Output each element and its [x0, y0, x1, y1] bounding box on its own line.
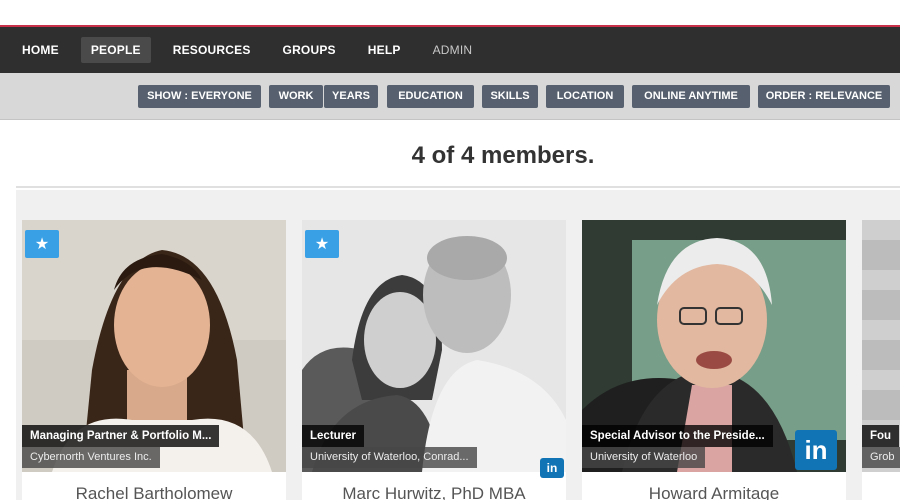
show-filter-button[interactable]: SHOW : EVERYONE: [138, 85, 261, 108]
nav-help[interactable]: HELP: [358, 37, 411, 63]
education-filter-button[interactable]: EDUCATION: [387, 85, 474, 108]
member-card[interactable]: Special Advisor to the Preside... Univer…: [582, 220, 846, 500]
member-name[interactable]: Rachel Bartholomew: [22, 484, 286, 500]
member-role: Managing Partner & Portfolio M...: [22, 425, 220, 447]
order-filter-button[interactable]: ORDER : RELEVANCE: [758, 85, 890, 108]
nav-home[interactable]: HOME: [12, 37, 69, 63]
member-organization: Grob: [862, 447, 900, 468]
online-filter-button[interactable]: ONLINE ANYTIME: [632, 85, 750, 108]
main-nav: HOME PEOPLE RESOURCES GROUPS HELP ADMIN: [0, 27, 900, 73]
nav-resources[interactable]: RESOURCES: [163, 37, 261, 63]
member-role: Special Advisor to the Preside...: [582, 425, 773, 447]
members-count: 4 of 4 members.: [411, 142, 595, 169]
member-name[interactable]: Marc Hurwitz, PhD MBA: [302, 484, 566, 500]
nav-people[interactable]: PEOPLE: [80, 37, 151, 63]
linkedin-icon[interactable]: in: [795, 430, 837, 470]
nav-groups[interactable]: GROUPS: [273, 37, 346, 63]
filter-bar: SHOW : EVERYONE WORK YEARS EDUCATION SKI…: [0, 73, 900, 120]
favorite-star-button[interactable]: ★: [25, 230, 59, 258]
years-filter-button[interactable]: YEARS: [324, 85, 378, 108]
location-filter-button[interactable]: LOCATION: [546, 85, 624, 108]
member-name[interactable]: Howard Armitage: [582, 484, 846, 500]
members-count-panel: 4 of 4 members.: [16, 120, 900, 188]
star-icon: ★: [314, 236, 330, 253]
nav-admin[interactable]: ADMIN: [423, 37, 483, 63]
member-organization: University of Waterloo, Conrad...: [302, 447, 477, 468]
member-card[interactable]: ★ Managing Partner & Portfolio M... Cybe…: [22, 220, 286, 500]
linkedin-icon[interactable]: in: [540, 458, 564, 478]
member-role: Lecturer: [302, 425, 365, 447]
work-filter-button[interactable]: WORK: [269, 85, 323, 108]
member-organization: University of Waterloo: [582, 447, 706, 468]
member-organization: Cybernorth Ventures Inc.: [22, 447, 160, 468]
member-card[interactable]: Fou Grob: [862, 220, 900, 500]
member-card[interactable]: ★ Lecturer University of Waterloo, Conra…: [302, 220, 566, 500]
member-role: Fou: [862, 425, 900, 447]
skills-filter-button[interactable]: SKILLS: [482, 85, 538, 108]
favorite-star-button[interactable]: ★: [305, 230, 339, 258]
star-icon: ★: [34, 236, 50, 253]
